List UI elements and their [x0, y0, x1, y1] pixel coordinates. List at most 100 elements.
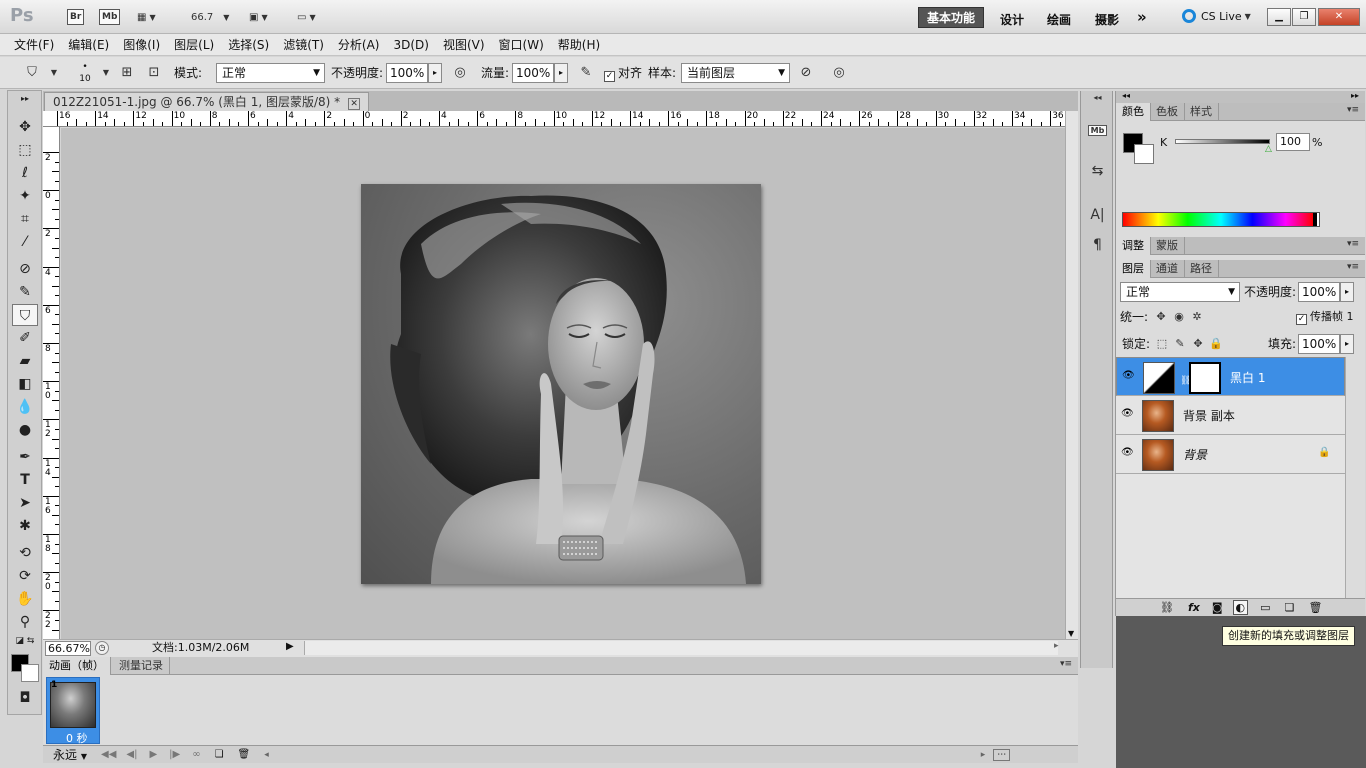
type-tool-icon[interactable]: T — [12, 469, 38, 491]
screen-mode-button[interactable]: ▭ ▼ — [292, 7, 321, 27]
horizontal-scrollbar[interactable] — [304, 641, 1058, 655]
loop-select[interactable]: 永远 ▼ — [53, 746, 87, 763]
toggle-brush-panel-icon[interactable]: ⊞ — [117, 63, 137, 83]
brush-picker-chevron-icon[interactable]: ▼ — [96, 63, 116, 83]
collapse-tools-icon[interactable]: ▸▸ — [12, 95, 38, 103]
horizontal-ruler[interactable]: 16 14 12 10 8 6 4 2 0 2 4 6 8 10 12 14 16 18 20 22 24 26 28 30 3… — [43, 111, 1065, 127]
frame-delay[interactable]: 0 秒 — [66, 730, 88, 746]
eyedropper-tool-icon[interactable]: ⁄ — [12, 231, 38, 253]
panel-menu-icon[interactable]: ▾≡ — [1347, 262, 1359, 272]
new-fill-adjustment-layer-icon[interactable]: ◐ — [1232, 600, 1249, 615]
fill-slider-button[interactable]: ▸ — [1340, 334, 1354, 354]
layer-opacity-input[interactable]: 100% — [1298, 282, 1340, 302]
document-tab[interactable]: 012Z21051-1.jpg @ 66.7% (黑白 1, 图层蒙版/8) *… — [44, 92, 370, 111]
tab-styles[interactable]: 样式 — [1184, 103, 1219, 121]
tab-masks[interactable]: 蒙版 — [1150, 237, 1185, 255]
marquee-tool-icon[interactable]: ⬚ — [12, 139, 38, 161]
new-group-icon[interactable]: ▭ — [1260, 601, 1270, 614]
layer-row[interactable]: 👁 背景 🔒 — [1116, 435, 1345, 474]
ignore-adjustment-layers-icon[interactable]: ⊘ — [796, 63, 816, 83]
panel-menu-icon[interactable]: ▾≡ — [1347, 239, 1359, 249]
status-options-icon[interactable]: ◷ — [95, 641, 109, 655]
restore-button[interactable]: ❐ — [1292, 8, 1316, 26]
panel-background-swatch[interactable] — [1134, 144, 1154, 164]
clone-stamp-icon[interactable]: ⛉ — [22, 63, 42, 83]
dock-close-icon[interactable]: ▸▸ — [1351, 91, 1359, 100]
visibility-eye-icon[interactable]: 👁 — [1121, 408, 1135, 420]
k-slider[interactable]: △ — [1175, 139, 1272, 154]
minimize-button[interactable]: ▁ — [1267, 8, 1291, 26]
tool-preset-chevron-icon[interactable]: ▼ — [44, 63, 64, 83]
mode-select[interactable]: 正常 ▼ — [216, 63, 325, 83]
workspace-essentials-button[interactable]: 基本功能 — [918, 7, 985, 28]
menu-3d[interactable]: 3D(D) — [393, 34, 428, 56]
document-image[interactable] — [361, 184, 761, 584]
3d-rotate-tool-icon[interactable]: ⟲ — [12, 542, 38, 564]
layer-row[interactable]: 👁 背景 副本 — [1116, 396, 1345, 435]
menu-select[interactable]: 选择(S) — [228, 34, 269, 56]
visibility-eye-icon[interactable]: 👁 — [1121, 447, 1135, 459]
first-frame-icon[interactable]: ◀◀ — [101, 749, 116, 760]
aligned-checkbox[interactable]: ✓ 对齐 — [604, 63, 642, 83]
duplicate-frame-icon[interactable]: ❏ — [215, 749, 224, 760]
more-workspaces-button[interactable]: » — [1137, 8, 1147, 26]
lasso-tool-icon[interactable]: ℓ — [12, 162, 38, 184]
menu-filter[interactable]: 滤镜(T) — [283, 34, 324, 56]
tablet-pressure-opacity-icon[interactable]: ◎ — [450, 63, 470, 83]
menu-view[interactable]: 视图(V) — [443, 34, 485, 56]
layer-style-icon[interactable]: fx — [1188, 601, 1200, 614]
blend-mode-select[interactable]: 正常 ▼ — [1120, 282, 1240, 302]
background-color-swatch[interactable] — [21, 664, 39, 682]
layer-thumbnail[interactable] — [1142, 439, 1174, 471]
layer-mask-thumbnail[interactable] — [1189, 362, 1221, 394]
unify-position-icon[interactable]: ✥ — [1151, 307, 1171, 327]
adjustment-thumbnail[interactable] — [1143, 362, 1175, 394]
menu-layer[interactable]: 图层(L) — [174, 34, 214, 56]
brush-preset-picker[interactable]: • 10 — [76, 61, 94, 85]
color-spectrum[interactable] — [1122, 212, 1320, 227]
add-mask-icon[interactable]: ◙ — [1212, 601, 1223, 614]
airbrush-icon[interactable]: ✎ — [576, 63, 596, 83]
flow-input[interactable]: 100% — [512, 63, 554, 83]
panel-menu-icon[interactable]: ▾≡ — [1347, 105, 1359, 115]
tween-icon[interactable]: ∞ — [192, 749, 200, 760]
new-layer-icon[interactable]: ❏ — [1285, 601, 1295, 614]
mini-bridge-button[interactable]: Mb — [94, 7, 125, 27]
scroll-right-icon[interactable]: ▸ — [981, 750, 986, 760]
tab-measurement-log[interactable]: 测量记录 — [113, 657, 170, 675]
tab-color[interactable]: 颜色 — [1116, 103, 1151, 121]
close-button[interactable]: ✕ — [1318, 8, 1360, 26]
vertical-ruler[interactable]: 2 0 2 4 6 8 10 12 14 16 18 20 22 — [43, 127, 60, 639]
unify-visibility-icon[interactable]: ◉ — [1169, 307, 1189, 327]
clone-stamp-tool-icon[interactable]: ⛉ — [12, 304, 38, 326]
menu-help[interactable]: 帮助(H) — [558, 34, 600, 56]
play-icon[interactable]: ▶ — [149, 749, 157, 760]
path-selection-tool-icon[interactable]: ➤ — [12, 492, 38, 514]
shape-tool-icon[interactable]: ✱ — [12, 515, 38, 537]
propagate-frame-checkbox[interactable]: ✓ 传播帧 1 — [1296, 307, 1354, 327]
spot-healing-tool-icon[interactable]: ⊘ — [12, 258, 38, 280]
delete-layer-icon[interactable]: 🗑 — [1308, 601, 1322, 614]
crop-tool-icon[interactable]: ⌗ — [12, 208, 38, 230]
quick-selection-tool-icon[interactable]: ✦ — [12, 185, 38, 207]
arrange-documents-button[interactable]: ▣ ▼ — [244, 7, 273, 27]
lock-all-icon[interactable]: 🔒 — [1206, 334, 1226, 354]
opacity-input[interactable]: 100% — [386, 63, 428, 83]
hand-tool-icon[interactable]: ✋ — [12, 588, 38, 610]
timeline-toggle-icon[interactable]: ⋯ — [993, 748, 1011, 761]
tab-adjustments[interactable]: 调整 — [1116, 237, 1151, 255]
scroll-right-icon[interactable]: ▸ — [1054, 641, 1059, 651]
opacity-slider-button[interactable]: ▸ — [428, 63, 442, 83]
menu-analysis[interactable]: 分析(A) — [338, 34, 380, 56]
fill-input[interactable]: 100% — [1298, 334, 1340, 354]
delete-frame-icon[interactable]: 🗑 — [238, 749, 251, 760]
dodge-tool-icon[interactable]: ● — [12, 419, 38, 441]
tab-paths[interactable]: 路径 — [1184, 260, 1219, 278]
cs-live-button[interactable]: CS Live ▼ — [1182, 9, 1251, 23]
visibility-eye-icon[interactable]: 👁 — [1122, 370, 1136, 382]
move-tool-icon[interactable]: ✥ — [12, 116, 38, 138]
3d-orbit-tool-icon[interactable]: ⟳ — [12, 565, 38, 587]
zoom-tool-icon[interactable]: ⚲ — [12, 611, 38, 633]
k-value-input[interactable]: 100 — [1276, 133, 1310, 151]
tab-channels[interactable]: 通道 — [1150, 260, 1185, 278]
